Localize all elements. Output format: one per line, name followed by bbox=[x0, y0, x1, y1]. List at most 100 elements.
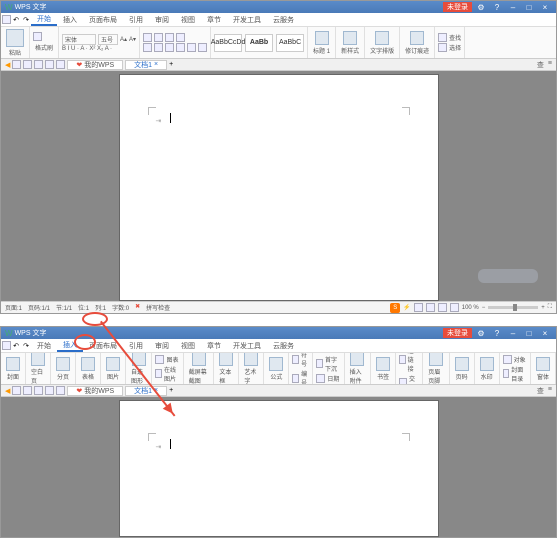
menu-icon[interactable]: ≡ bbox=[548, 386, 552, 396]
symbol-icon[interactable] bbox=[292, 355, 299, 364]
home-icon[interactable] bbox=[12, 386, 21, 395]
zoom-slider[interactable] bbox=[488, 306, 538, 309]
question-icon[interactable]: ? bbox=[490, 2, 504, 12]
status-col[interactable]: 列:1 bbox=[95, 303, 106, 312]
format-painter-button[interactable]: 格式刷 bbox=[33, 42, 55, 53]
tab-review[interactable]: 审阅 bbox=[149, 339, 175, 352]
equation-button[interactable]: 公式 bbox=[267, 356, 285, 382]
print-icon[interactable] bbox=[45, 386, 54, 395]
doctab-mywps[interactable]: ❤ 我的WPS bbox=[67, 60, 123, 70]
date-icon[interactable] bbox=[316, 374, 325, 383]
tab-page-layout[interactable]: 页面布局 bbox=[83, 13, 123, 26]
close-button[interactable]: × bbox=[538, 328, 552, 338]
number-list-icon[interactable] bbox=[154, 33, 163, 42]
attachment-button[interactable]: 插入附件 bbox=[348, 353, 367, 385]
online-pic-icon[interactable] bbox=[155, 369, 162, 378]
font-style-row[interactable]: B I U · A · X² X₂ A · bbox=[62, 46, 136, 52]
indent-increase-icon[interactable] bbox=[176, 33, 185, 42]
hyperlink-icon[interactable] bbox=[399, 355, 406, 364]
wordart-button[interactable]: 艺术字 bbox=[242, 353, 260, 385]
print-icon[interactable] bbox=[45, 60, 54, 69]
chart-icon[interactable] bbox=[155, 355, 164, 364]
view-read-icon[interactable] bbox=[450, 303, 459, 312]
font-size-select[interactable]: 五号 bbox=[98, 34, 118, 45]
line-spacing-icon[interactable] bbox=[187, 43, 196, 52]
doctab-mywps[interactable]: ❤ 我的WPS bbox=[67, 386, 123, 396]
tab-developer[interactable]: 开发工具 bbox=[227, 339, 267, 352]
form-button[interactable]: 窗体 bbox=[534, 356, 552, 382]
save-icon[interactable] bbox=[1, 15, 11, 25]
help-icon[interactable]: ⚙ bbox=[474, 328, 488, 338]
status-pos[interactable]: 位:1 bbox=[78, 303, 89, 312]
close-button[interactable]: × bbox=[538, 2, 552, 12]
heading1-button[interactable]: 标题 1 bbox=[311, 30, 332, 56]
status-chars[interactable]: 字数:0 bbox=[112, 303, 129, 312]
cover-page-button[interactable]: 封面 bbox=[4, 356, 22, 382]
tab-review[interactable]: 审阅 bbox=[149, 13, 175, 26]
view-outline-icon[interactable] bbox=[426, 303, 435, 312]
object-icon[interactable] bbox=[503, 355, 512, 364]
add-tab-button[interactable]: + bbox=[169, 387, 173, 394]
paste-button[interactable]: 粘贴 bbox=[4, 28, 26, 58]
undo-icon[interactable]: ↶ bbox=[11, 341, 21, 351]
preview-icon[interactable] bbox=[56, 60, 65, 69]
bullet-list-icon[interactable] bbox=[143, 33, 152, 42]
tab-home[interactable]: 开始 bbox=[31, 339, 57, 352]
zoom-pct[interactable]: 100 % bbox=[462, 305, 479, 311]
dropcap-icon[interactable] bbox=[316, 359, 323, 368]
save-qat-icon[interactable] bbox=[34, 60, 43, 69]
new-style-button[interactable]: 新样式 bbox=[339, 30, 361, 56]
fullscreen-icon[interactable]: ⛶ bbox=[548, 304, 552, 311]
style-preview-normal[interactable]: AaBbCcDd bbox=[214, 34, 242, 52]
page-break-button[interactable]: 分页 bbox=[54, 356, 72, 382]
document-page[interactable]: ⇥ bbox=[119, 400, 439, 537]
select-icon[interactable] bbox=[438, 43, 447, 52]
tab-insert[interactable]: 插入 bbox=[57, 13, 83, 26]
open-icon[interactable] bbox=[23, 386, 32, 395]
nav-back-icon[interactable]: ◀ bbox=[5, 387, 10, 395]
shapes-button[interactable]: 自选图形 bbox=[129, 353, 148, 385]
style-preview-heading2[interactable]: AaBbC bbox=[276, 34, 304, 52]
text-tools-button[interactable]: 文字排版 bbox=[368, 30, 396, 56]
tab-developer[interactable]: 开发工具 bbox=[227, 13, 267, 26]
header-footer-button[interactable]: 页眉页脚 bbox=[426, 353, 445, 385]
cut-icon[interactable] bbox=[33, 32, 42, 41]
tab-view[interactable]: 视图 bbox=[175, 339, 201, 352]
tab-cloud[interactable]: 云服务 bbox=[267, 13, 300, 26]
find-shortcut-icon[interactable]: 查 bbox=[537, 386, 544, 396]
doctab-doc1[interactable]: 文档1 × bbox=[125, 60, 167, 70]
status-section[interactable]: 节:1/1 bbox=[56, 303, 72, 312]
document-page[interactable]: ⇥ bbox=[119, 74, 439, 301]
save-qat-icon[interactable] bbox=[34, 386, 43, 395]
status-spellcheck[interactable]: 拼写检查 bbox=[146, 303, 170, 312]
font-name-select[interactable]: 宋体 bbox=[62, 34, 96, 45]
nav-back-icon[interactable]: ◀ bbox=[5, 61, 10, 69]
grow-font-icon[interactable]: A▴ bbox=[120, 36, 127, 43]
style-preview-heading1[interactable]: AaBb bbox=[245, 34, 273, 52]
view-web-icon[interactable] bbox=[438, 303, 447, 312]
view-print-icon[interactable] bbox=[414, 303, 423, 312]
align-right-icon[interactable] bbox=[165, 43, 174, 52]
zoom-in-icon[interactable]: + bbox=[541, 305, 545, 311]
open-icon[interactable] bbox=[23, 60, 32, 69]
tab-view[interactable]: 视图 bbox=[175, 13, 201, 26]
question-icon[interactable]: ? bbox=[490, 328, 504, 338]
redo-icon[interactable]: ↷ bbox=[21, 15, 31, 25]
shading-icon[interactable] bbox=[198, 43, 207, 52]
maximize-button[interactable]: □ bbox=[522, 2, 536, 12]
find-shortcut-icon[interactable]: 查 bbox=[537, 60, 544, 70]
maximize-button[interactable]: □ bbox=[522, 328, 536, 338]
zoom-out-icon[interactable]: − bbox=[482, 305, 486, 311]
home-icon[interactable] bbox=[12, 60, 21, 69]
status-page-of[interactable]: 页码:1/1 bbox=[28, 303, 50, 312]
docparts-icon[interactable] bbox=[503, 369, 510, 378]
align-justify-icon[interactable] bbox=[176, 43, 185, 52]
tab-cloud[interactable]: 云服务 bbox=[267, 339, 300, 352]
number-icon[interactable] bbox=[292, 374, 299, 383]
user-badge[interactable]: 未登录 bbox=[443, 2, 472, 12]
save-icon[interactable] bbox=[1, 341, 11, 351]
tab-sections[interactable]: 章节 bbox=[201, 339, 227, 352]
editor-area[interactable]: ⇥ bbox=[1, 397, 556, 537]
bookmark-button[interactable]: 书签 bbox=[374, 356, 392, 382]
editor-area[interactable]: ⇥ bbox=[1, 71, 556, 301]
